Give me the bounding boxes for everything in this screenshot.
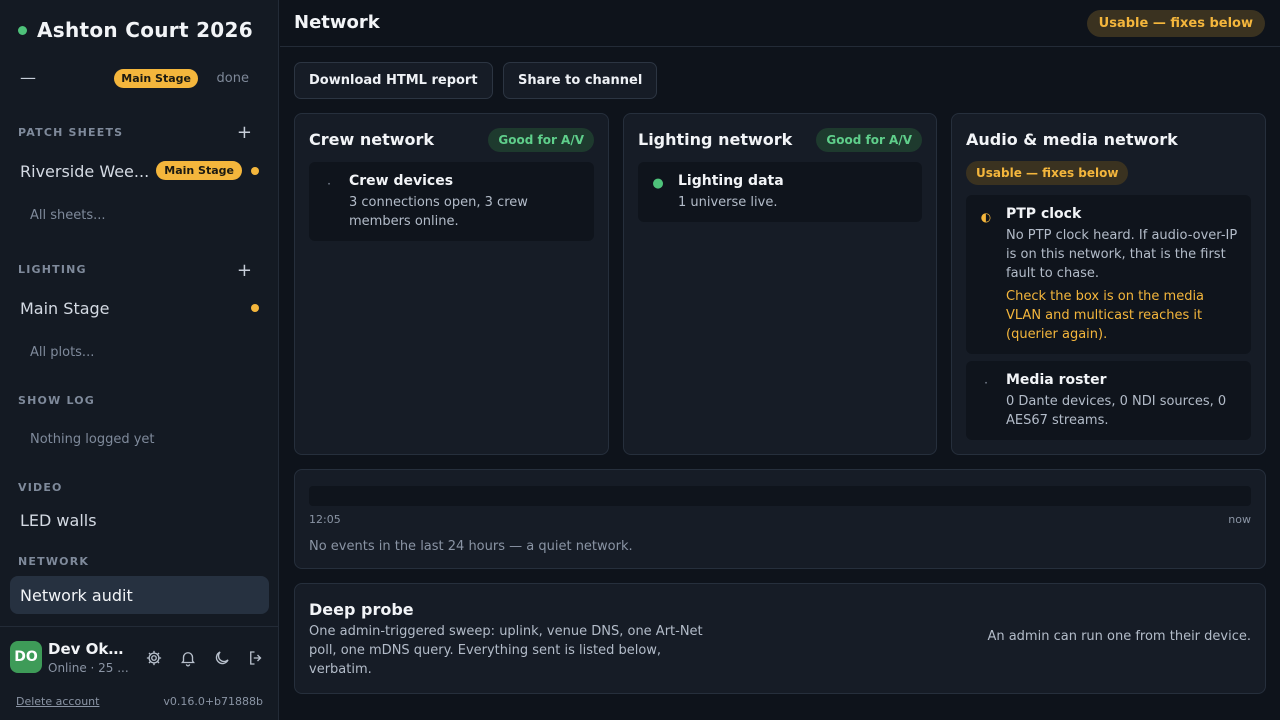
status-badge: Usable — fixes below bbox=[966, 161, 1129, 185]
crew-devices-card: · Crew devices 3 connections open, 3 cre… bbox=[309, 162, 594, 241]
status-badge: Good for A/V bbox=[816, 128, 922, 152]
page-title: Network bbox=[294, 12, 380, 33]
panel-title: Audio & media network bbox=[966, 130, 1178, 149]
sidebar-item-label: Network audit bbox=[20, 586, 133, 605]
half-circle-icon: ◐ bbox=[980, 210, 992, 224]
probe-note: An admin can run one from their device. bbox=[987, 629, 1251, 644]
delete-account-link[interactable]: Delete account bbox=[16, 695, 99, 708]
sidebar-footer: DO Dev Oka... Online · 25 ... Delete acc… bbox=[0, 626, 279, 720]
timeline-bar bbox=[309, 486, 1251, 506]
card-title: Crew devices bbox=[349, 173, 454, 189]
top-bar: Network Usable — fixes below bbox=[280, 0, 1280, 47]
sidebar-item-network-audit[interactable]: Network audit bbox=[10, 576, 269, 614]
section-heading-network: NETWORK bbox=[18, 555, 90, 568]
sidebar-item-riverside[interactable]: Riverside Wee... Main Stage bbox=[10, 152, 269, 190]
media-roster-card: · Media roster 0 Dante devices, 0 NDI so… bbox=[966, 361, 1251, 440]
app-brand: Ashton Court 2026 bbox=[18, 18, 253, 42]
all-sheets-link[interactable]: All sheets... bbox=[30, 208, 106, 223]
card-body: 3 connections open, 3 crew members onlin… bbox=[349, 195, 528, 229]
sidebar-item-label: Main Stage bbox=[20, 299, 110, 318]
section-heading-patch-sheets: PATCH SHEETS bbox=[18, 126, 124, 139]
collapse-dash-button[interactable]: — bbox=[20, 68, 36, 87]
section-heading-show-log: SHOW LOG bbox=[18, 394, 96, 407]
stage-badge[interactable]: Main Stage bbox=[114, 69, 198, 88]
download-report-button[interactable]: Download HTML report bbox=[294, 62, 493, 99]
logout-icon[interactable] bbox=[247, 649, 265, 667]
moon-icon[interactable] bbox=[213, 649, 231, 667]
app-title: Ashton Court 2026 bbox=[37, 18, 253, 42]
bullet-icon: · bbox=[984, 376, 988, 390]
panel-title: Crew network bbox=[309, 130, 435, 149]
card-body: No PTP clock heard. If audio-over-IP is … bbox=[1006, 228, 1238, 281]
stage-row: — Main Stage done bbox=[20, 68, 260, 92]
status-dot-icon bbox=[18, 25, 27, 35]
card-title: PTP clock bbox=[1006, 206, 1082, 222]
card-hint: Check the box is on the media VLAN and m… bbox=[1006, 289, 1205, 342]
probe-title: Deep probe bbox=[309, 600, 414, 619]
bullet-icon: · bbox=[327, 177, 331, 191]
done-button[interactable]: done bbox=[217, 71, 249, 86]
status-badge: Usable — fixes below bbox=[1086, 10, 1265, 37]
ptp-clock-card: ◐ PTP clock No PTP clock heard. If audio… bbox=[966, 195, 1251, 354]
version-label: v0.16.0+b71888b bbox=[163, 695, 263, 708]
sidebar-item-main-stage[interactable]: Main Stage bbox=[10, 289, 269, 327]
main-content: Network Usable — fixes below Download HT… bbox=[280, 0, 1280, 720]
deep-probe-panel: Deep probe One admin-triggered sweep: up… bbox=[294, 583, 1266, 694]
timeline-end-label: now bbox=[1228, 513, 1251, 526]
show-log-empty: Nothing logged yet bbox=[30, 432, 155, 447]
gear-icon[interactable] bbox=[145, 649, 163, 667]
panel-title: Lighting network bbox=[638, 130, 793, 149]
user-name: Dev Oka... bbox=[48, 640, 132, 658]
add-patch-sheet-button[interactable]: + bbox=[237, 124, 252, 142]
add-lighting-button[interactable]: + bbox=[237, 262, 252, 280]
share-channel-button[interactable]: Share to channel bbox=[503, 62, 658, 99]
probe-description: One admin-triggered sweep: uplink, venue… bbox=[309, 624, 703, 677]
section-heading-video: VIDEO bbox=[18, 481, 63, 494]
unsaved-dot-icon bbox=[251, 304, 259, 312]
unsaved-dot-icon bbox=[251, 167, 259, 175]
events-timeline-panel: 12:05 now No events in the last 24 hours… bbox=[294, 469, 1266, 569]
lighting-network-panel: Lighting network Good for A/V ● Lighting… bbox=[623, 113, 937, 455]
status-dot-icon: ● bbox=[652, 176, 664, 191]
timeline-start-label: 12:05 bbox=[309, 513, 341, 526]
sidebar: Ashton Court 2026 — Main Stage done PATC… bbox=[0, 0, 279, 720]
card-body: 1 universe live. bbox=[678, 195, 778, 210]
section-heading-lighting: LIGHTING bbox=[18, 263, 87, 276]
avatar[interactable]: DO bbox=[10, 641, 42, 673]
card-body: 0 Dante devices, 0 NDI sources, 0 AES67 … bbox=[1006, 394, 1227, 428]
bell-icon[interactable] bbox=[179, 649, 197, 667]
stage-badge: Main Stage bbox=[156, 161, 242, 180]
audio-media-network-panel: Audio & media network Usable — fixes bel… bbox=[951, 113, 1266, 455]
sidebar-item-label: Riverside Wee... bbox=[20, 162, 150, 181]
all-plots-link[interactable]: All plots... bbox=[30, 345, 94, 360]
sidebar-item-led-walls[interactable]: LED walls bbox=[10, 501, 269, 539]
sidebar-item-label: LED walls bbox=[20, 511, 97, 530]
user-status: Online · 25 ... bbox=[48, 661, 129, 675]
timeline-message: No events in the last 24 hours — a quiet… bbox=[309, 539, 633, 554]
card-title: Lighting data bbox=[678, 173, 784, 189]
card-title: Media roster bbox=[1006, 372, 1107, 388]
crew-network-panel: Crew network Good for A/V · Crew devices… bbox=[294, 113, 609, 455]
lighting-data-card: ● Lighting data 1 universe live. bbox=[638, 162, 922, 222]
status-badge: Good for A/V bbox=[488, 128, 594, 152]
